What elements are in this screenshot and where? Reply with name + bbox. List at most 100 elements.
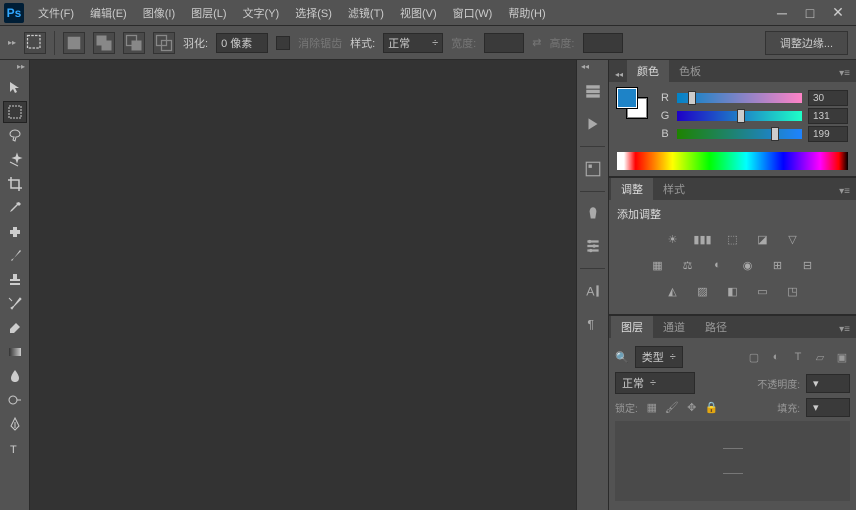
- lock-position-icon[interactable]: ✥: [684, 401, 700, 415]
- panel-collapse-icon[interactable]: ◂◂: [611, 67, 627, 82]
- color-lookup-icon[interactable]: ⊟: [798, 256, 818, 274]
- hue-icon[interactable]: ▦: [648, 256, 668, 274]
- options-collapse-icon[interactable]: ▸▸: [8, 38, 16, 47]
- g-slider[interactable]: [677, 111, 802, 121]
- levels-icon[interactable]: ▮▮▮: [693, 230, 713, 248]
- move-tool[interactable]: [3, 77, 27, 99]
- tools-collapse-icon[interactable]: ▸▸: [17, 62, 25, 76]
- b-input[interactable]: [808, 126, 848, 142]
- filter-pixel-icon[interactable]: ▢: [746, 350, 762, 364]
- foreground-color-swatch[interactable]: [617, 88, 637, 108]
- paragraph-panel-icon[interactable]: ¶: [581, 311, 605, 335]
- magic-wand-tool[interactable]: [3, 149, 27, 171]
- tab-color[interactable]: 颜色: [627, 60, 669, 82]
- panel-menu-icon[interactable]: ▾≡: [833, 183, 856, 200]
- color-spectrum[interactable]: [617, 152, 848, 170]
- eraser-tool[interactable]: [3, 317, 27, 339]
- marquee-tool[interactable]: [3, 101, 27, 123]
- bw-icon[interactable]: ◐: [708, 256, 728, 274]
- menu-window[interactable]: 窗口(W): [445, 1, 501, 25]
- b-slider[interactable]: [677, 129, 802, 139]
- slider-thumb[interactable]: [688, 91, 696, 105]
- maximize-button[interactable]: □: [796, 3, 824, 23]
- filter-smart-icon[interactable]: ▣: [834, 350, 850, 364]
- refine-edge-button[interactable]: 调整边缘...: [765, 31, 848, 55]
- brightness-icon[interactable]: ☀: [663, 230, 683, 248]
- lock-pixels-icon[interactable]: 🖌: [664, 401, 680, 415]
- menu-image[interactable]: 图像(I): [135, 1, 183, 25]
- canvas-area[interactable]: [30, 60, 576, 510]
- brush-tool[interactable]: [3, 245, 27, 267]
- color-balance-icon[interactable]: ⚖: [678, 256, 698, 274]
- fill-input[interactable]: ▾: [806, 398, 850, 417]
- photo-filter-icon[interactable]: ◉: [738, 256, 758, 274]
- intersect-selection-icon[interactable]: [153, 32, 175, 54]
- tab-paths[interactable]: 路径: [695, 316, 737, 338]
- style-select[interactable]: 正常÷: [383, 33, 443, 53]
- stamp-tool[interactable]: [3, 269, 27, 291]
- actions-panel-icon[interactable]: [581, 112, 605, 136]
- history-brush-tool[interactable]: [3, 293, 27, 315]
- posterize-icon[interactable]: ▨: [693, 282, 713, 300]
- history-panel-icon[interactable]: [581, 80, 605, 104]
- dock-expand-icon[interactable]: ◂◂: [581, 62, 589, 76]
- tab-layers[interactable]: 图层: [611, 316, 653, 338]
- character-panel-icon[interactable]: A: [581, 279, 605, 303]
- eyedropper-tool[interactable]: [3, 197, 27, 219]
- tab-adjustments[interactable]: 调整: [611, 178, 653, 200]
- r-input[interactable]: [808, 90, 848, 106]
- feather-input[interactable]: [216, 33, 268, 53]
- brush-presets-icon[interactable]: [581, 234, 605, 258]
- tool-preset-icon[interactable]: [24, 32, 46, 54]
- antialias-checkbox[interactable]: [276, 36, 290, 50]
- channel-mixer-icon[interactable]: ⊞: [768, 256, 788, 274]
- gradient-map-icon[interactable]: ▭: [753, 282, 773, 300]
- menu-edit[interactable]: 编辑(E): [82, 1, 135, 25]
- tab-styles[interactable]: 样式: [653, 178, 695, 200]
- add-selection-icon[interactable]: [93, 32, 115, 54]
- curves-icon[interactable]: ⬚: [723, 230, 743, 248]
- subtract-selection-icon[interactable]: [123, 32, 145, 54]
- menu-file[interactable]: 文件(F): [30, 1, 82, 25]
- filter-adjust-icon[interactable]: ◐: [768, 350, 784, 364]
- filter-type-icon[interactable]: T: [790, 350, 806, 364]
- vibrance-icon[interactable]: ▽: [783, 230, 803, 248]
- layers-list[interactable]: [615, 421, 850, 501]
- blend-mode-select[interactable]: 正常÷: [615, 372, 695, 394]
- slider-thumb[interactable]: [771, 127, 779, 141]
- search-icon[interactable]: 🔍: [615, 351, 629, 364]
- new-selection-icon[interactable]: [63, 32, 85, 54]
- slider-thumb[interactable]: [737, 109, 745, 123]
- menu-select[interactable]: 选择(S): [287, 1, 340, 25]
- close-button[interactable]: ✕: [824, 3, 852, 23]
- gradient-tool[interactable]: [3, 341, 27, 363]
- threshold-icon[interactable]: ◧: [723, 282, 743, 300]
- color-swatch[interactable]: [617, 88, 647, 118]
- menu-layer[interactable]: 图层(L): [183, 1, 234, 25]
- brushes-panel-icon[interactable]: [581, 202, 605, 226]
- minimize-button[interactable]: ─: [768, 3, 796, 23]
- menu-filter[interactable]: 滤镜(T): [340, 1, 392, 25]
- g-input[interactable]: [808, 108, 848, 124]
- panel-menu-icon[interactable]: ▾≡: [833, 321, 856, 338]
- lock-transparency-icon[interactable]: ▦: [644, 401, 660, 415]
- r-slider[interactable]: [677, 93, 802, 103]
- healing-tool[interactable]: [3, 221, 27, 243]
- selective-color-icon[interactable]: ◳: [783, 282, 803, 300]
- lock-all-icon[interactable]: 🔒: [704, 401, 720, 415]
- invert-icon[interactable]: ◭: [663, 282, 683, 300]
- properties-panel-icon[interactable]: [581, 157, 605, 181]
- tab-swatches[interactable]: 色板: [669, 60, 711, 82]
- type-tool[interactable]: T: [3, 437, 27, 459]
- panel-menu-icon[interactable]: ▾≡: [833, 65, 856, 82]
- layer-filter-select[interactable]: 类型÷: [635, 346, 683, 368]
- exposure-icon[interactable]: ◪: [753, 230, 773, 248]
- filter-shape-icon[interactable]: ▱: [812, 350, 828, 364]
- menu-view[interactable]: 视图(V): [392, 1, 445, 25]
- menu-type[interactable]: 文字(Y): [235, 1, 288, 25]
- dodge-tool[interactable]: [3, 389, 27, 411]
- lasso-tool[interactable]: [3, 125, 27, 147]
- pen-tool[interactable]: [3, 413, 27, 435]
- tab-channels[interactable]: 通道: [653, 316, 695, 338]
- blur-tool[interactable]: [3, 365, 27, 387]
